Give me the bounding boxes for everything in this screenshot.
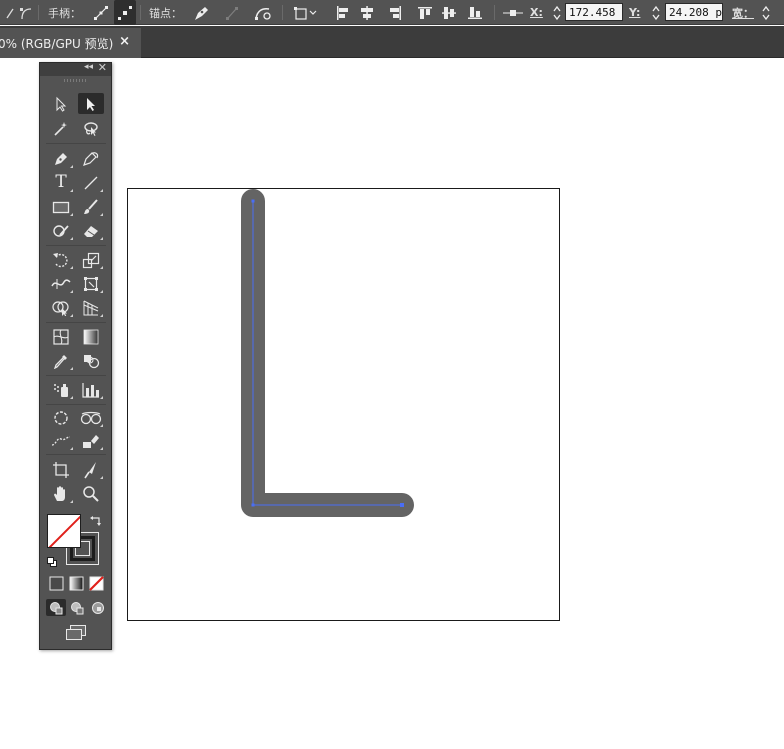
- y-label: Y:: [629, 6, 641, 19]
- zoom-tool[interactable]: [78, 483, 104, 504]
- separator: [38, 5, 39, 20]
- anchor-label: 锚点：: [149, 6, 182, 20]
- eraser-tool[interactable]: [78, 220, 104, 241]
- slice-tool[interactable]: [78, 407, 104, 428]
- y-stepper-icon[interactable]: [650, 0, 662, 25]
- align-right-icon[interactable]: [384, 0, 406, 25]
- default-fill-stroke-icon[interactable]: [46, 553, 58, 572]
- tools-separator: [46, 375, 106, 376]
- document-tab[interactable]: 0% (RGB/GPU 预览) ×: [0, 28, 141, 58]
- align-top-icon[interactable]: [414, 0, 436, 25]
- swap-fill-stroke-icon[interactable]: [89, 514, 103, 533]
- draw-normal-icon[interactable]: [46, 599, 66, 616]
- gradient-mode-icon[interactable]: [69, 576, 84, 591]
- eyedropper-tool[interactable]: [48, 350, 74, 371]
- draw-behind-icon[interactable]: [67, 599, 87, 616]
- lasso-tool[interactable]: [78, 118, 104, 139]
- shape-builder-tool[interactable]: [48, 297, 74, 318]
- crop-artboard-tool[interactable]: [48, 459, 74, 480]
- artwork-layer: [241, 189, 414, 517]
- reference-point-icon[interactable]: [502, 0, 524, 25]
- selection-outline: [252, 201, 402, 506]
- tools-panel: ◂◂ ✕ T: [39, 61, 112, 650]
- y-field[interactable]: 24.208 px: [665, 3, 723, 21]
- anchor-point[interactable]: [251, 503, 255, 507]
- l-shape-path[interactable]: [241, 189, 414, 517]
- shaper-tool[interactable]: [48, 220, 74, 241]
- x-label: X:: [530, 6, 543, 19]
- knife-tool[interactable]: [78, 459, 104, 480]
- connect-anchor-icon: [222, 0, 244, 25]
- perspective-grid-tool[interactable]: [78, 297, 104, 318]
- selection-tool[interactable]: [48, 93, 74, 114]
- document-tab-title: 0% (RGB/GPU 预览): [0, 36, 114, 51]
- x-field[interactable]: 172.458 p: [565, 3, 623, 21]
- mesh-tool[interactable]: [48, 326, 74, 347]
- draw-inside-icon[interactable]: [88, 599, 108, 616]
- close-tab-button[interactable]: ×: [119, 34, 130, 49]
- hide-handles-icon[interactable]: [114, 0, 136, 25]
- line-segment-tool[interactable]: [78, 172, 104, 193]
- width-stepper-icon[interactable]: [760, 0, 772, 25]
- isolate-icon[interactable]: [292, 0, 322, 25]
- fill-swatch[interactable]: [47, 514, 81, 548]
- direct-selection-tool[interactable]: [78, 93, 104, 114]
- cut-path-icon[interactable]: [252, 0, 274, 25]
- align-vcenter-icon[interactable]: [438, 0, 460, 25]
- blend-tool[interactable]: [78, 350, 104, 371]
- tools-separator: [46, 143, 106, 144]
- show-handles-icon[interactable]: [90, 0, 112, 25]
- align-bottom-icon[interactable]: [464, 0, 486, 25]
- control-bar: 手柄： 锚点： X: 172.458 p Y: 24.208 px 宽：: [0, 0, 784, 25]
- document-tab-bar: 0% (RGB/GPU 预览) ×: [0, 26, 784, 58]
- eraser-path-tool[interactable]: [78, 430, 104, 451]
- artboard[interactable]: [127, 188, 560, 621]
- separator: [282, 5, 283, 20]
- hand-tool[interactable]: [48, 483, 74, 504]
- magic-wand-tool[interactable]: [48, 118, 74, 139]
- symbol-sprayer-tool[interactable]: [48, 379, 74, 400]
- separator: [140, 5, 141, 20]
- rectangle-tool[interactable]: [48, 196, 74, 217]
- separator: [494, 5, 495, 20]
- remove-anchor-icon[interactable]: [190, 0, 212, 25]
- align-hcenter-icon[interactable]: [356, 0, 378, 25]
- rotate-tool[interactable]: [48, 249, 74, 270]
- scale-tool[interactable]: [78, 249, 104, 270]
- tools-separator: [46, 322, 106, 323]
- align-left-icon[interactable]: [332, 0, 354, 25]
- smooth-anchor-icon[interactable]: [14, 0, 36, 25]
- smooth-tool[interactable]: [48, 430, 74, 451]
- color-mode-icon[interactable]: [49, 576, 64, 591]
- none-mode-icon[interactable]: [89, 576, 104, 591]
- tools-separator: [46, 245, 106, 246]
- gradient-tool[interactable]: [78, 326, 104, 347]
- tools-separator: [46, 454, 106, 455]
- curvature-tool[interactable]: [78, 148, 104, 169]
- type-tool-glyph: T: [55, 172, 67, 192]
- paintbrush-tool[interactable]: [78, 196, 104, 217]
- close-panel-icon[interactable]: ✕: [98, 61, 107, 74]
- collapse-icon[interactable]: ◂◂: [84, 62, 93, 72]
- free-transform-tool[interactable]: [78, 273, 104, 294]
- panel-grip[interactable]: [64, 79, 86, 82]
- column-graph-tool[interactable]: [78, 379, 104, 400]
- width-tool[interactable]: [48, 273, 74, 294]
- type-tool[interactable]: T: [48, 172, 74, 193]
- screen-mode-icon[interactable]: [64, 624, 88, 644]
- handles-label: 手柄：: [48, 6, 81, 20]
- x-stepper-icon[interactable]: [551, 0, 563, 25]
- tools-panel-header[interactable]: ◂◂ ✕: [40, 61, 111, 76]
- width-label: 宽：: [732, 6, 754, 20]
- anchor-point-selected[interactable]: [400, 503, 404, 507]
- anchor-point[interactable]: [251, 199, 255, 203]
- tools-separator: [46, 404, 106, 405]
- pen-tool[interactable]: [48, 148, 74, 169]
- artboard-tool[interactable]: [48, 407, 74, 428]
